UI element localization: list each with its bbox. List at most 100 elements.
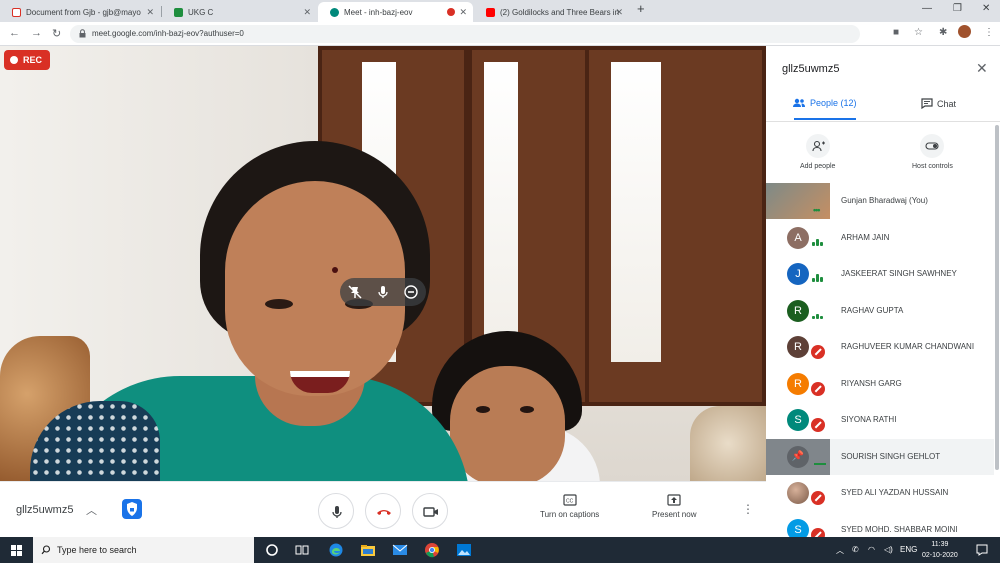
- reload-icon[interactable]: ↻: [52, 27, 61, 40]
- browser-menu-icon[interactable]: ⋮: [984, 27, 994, 38]
- recording-dot-icon: [447, 8, 455, 16]
- participant-row[interactable]: A ARHAM JAIN: [766, 220, 994, 257]
- mic-off-icon: [811, 381, 825, 396]
- gmail-icon: [12, 7, 21, 17]
- captions-label: Turn on captions: [540, 510, 600, 519]
- star-icon[interactable]: ☆: [914, 27, 923, 38]
- pin-off-icon[interactable]: [347, 284, 363, 300]
- participant-row[interactable]: R RAGHUVEER KUMAR CHANDWANI: [766, 329, 994, 366]
- participant-name: SOURISH SINGH GEHLOT: [841, 451, 941, 461]
- hang-up-icon: [377, 510, 391, 515]
- browser-tab-youtube[interactable]: (2) Goldilocks and Three Bears in ✕: [474, 2, 629, 22]
- photos-icon[interactable]: [456, 542, 472, 558]
- mic-off-icon: [811, 491, 825, 505]
- minimize-button[interactable]: —: [922, 3, 932, 14]
- svg-text:CC: CC: [566, 499, 574, 505]
- audio-level-icon: [812, 274, 824, 282]
- audio-level-icon: [812, 311, 824, 319]
- people-panel: gllz5uwmz5 ✕ People (12) Chat Add people: [766, 46, 1000, 542]
- participant-name: SYED MOHD. SHABBAR MOINI: [841, 524, 958, 534]
- participant-row[interactable]: SYED ALI YAZDAN HUSSAIN: [766, 475, 994, 512]
- add-people-button[interactable]: Add people: [800, 134, 835, 170]
- record-icon: [10, 56, 18, 64]
- present-button[interactable]: Present now: [652, 494, 696, 519]
- file-explorer-icon[interactable]: [360, 542, 376, 558]
- tab-title: Document from Gjb - gjb@mayo: [26, 7, 141, 17]
- cortana-icon[interactable]: [264, 542, 280, 558]
- browser-tab-meet[interactable]: Meet - inh-bazj-eov ✕: [318, 2, 473, 22]
- close-icon[interactable]: ✕: [459, 7, 467, 18]
- more-options-icon[interactable]: ⋮: [742, 502, 754, 516]
- avatar: [787, 482, 809, 504]
- profile-avatar[interactable]: [958, 25, 971, 38]
- url-field[interactable]: meet.google.com/inh-bazj-eov?authuser=0: [70, 25, 860, 43]
- participant-name: Gunjan Bharadwaj (You): [841, 196, 928, 205]
- tab-people[interactable]: People (12): [792, 98, 857, 108]
- classroom-icon: [174, 7, 183, 17]
- windows-start-icon[interactable]: [11, 545, 22, 556]
- microphone-icon[interactable]: [375, 284, 391, 300]
- security-shield-icon[interactable]: [122, 499, 142, 519]
- add-people-label: Add people: [800, 163, 836, 170]
- participant-name: SYED ALI YAZDAN HUSSAIN: [841, 488, 949, 497]
- microphone-button[interactable]: [318, 493, 354, 529]
- mail-icon[interactable]: [392, 542, 408, 558]
- panel-scrollbar[interactable]: [995, 125, 999, 470]
- system-clock[interactable]: 11:39 02-10-2020: [922, 539, 958, 561]
- mic-off-icon: [811, 418, 825, 432]
- clock-time: 11:39: [931, 541, 949, 548]
- host-controls-button[interactable]: Host controls: [912, 134, 953, 170]
- volume-icon[interactable]: ◁): [884, 545, 893, 554]
- notifications-icon[interactable]: [974, 542, 990, 558]
- chrome-icon[interactable]: [424, 542, 440, 558]
- meeting-details-button[interactable]: gllz5uwmz5: [16, 504, 73, 516]
- taskbar-search-input[interactable]: Type here to search: [33, 537, 254, 563]
- close-icon[interactable]: ✕: [303, 7, 311, 18]
- browser-tab-classroom[interactable]: UKG C ✕: [162, 2, 317, 22]
- task-view-icon[interactable]: [294, 542, 310, 558]
- pin-icon[interactable]: 📌: [787, 445, 809, 468]
- tray-overflow-icon[interactable]: ︿: [836, 545, 844, 556]
- participant-row[interactable]: S SIYONA RATHI: [766, 402, 994, 439]
- leave-call-button[interactable]: [365, 493, 401, 529]
- close-icon[interactable]: ✕: [615, 7, 623, 18]
- audio-level-icon: [812, 238, 824, 246]
- participant-row[interactable]: J JASKEERAT SINGH SAWHNEY: [766, 256, 994, 293]
- close-icon[interactable]: ✕: [146, 7, 154, 18]
- camera-button[interactable]: [412, 493, 448, 529]
- tile-controls: [340, 278, 426, 306]
- tab-chat[interactable]: Chat: [921, 98, 956, 109]
- new-tab-button[interactable]: +: [637, 1, 645, 16]
- window-close-button[interactable]: ✕: [982, 3, 990, 14]
- language-indicator[interactable]: ENG: [900, 545, 917, 554]
- forward-icon[interactable]: →: [31, 27, 42, 39]
- participant-teacher-eye: [265, 299, 293, 309]
- audio-level-icon: [814, 462, 826, 465]
- wifi-icon[interactable]: ◠: [868, 545, 875, 554]
- participant-row[interactable]: R RIYANSH GARG: [766, 366, 994, 403]
- chat-icon: [921, 98, 933, 109]
- remove-icon[interactable]: [403, 284, 419, 300]
- participant-row[interactable]: ••• Gunjan Bharadwaj (You): [766, 183, 994, 220]
- back-icon[interactable]: ←: [9, 27, 20, 39]
- search-placeholder: Type here to search: [57, 545, 137, 555]
- camera-status-icon[interactable]: ■: [893, 27, 899, 38]
- edge-icon[interactable]: [328, 542, 344, 558]
- main-video-tile[interactable]: REC: [0, 46, 766, 481]
- avatar: R: [787, 299, 809, 322]
- tab-title: (2) Goldilocks and Three Bears in: [500, 7, 620, 17]
- chevron-up-icon[interactable]: ︿: [86, 502, 97, 518]
- participant-row[interactable]: 📌 SOURISH SINGH GEHLOT: [766, 438, 994, 475]
- tab-title: Meet - inh-bazj-eov: [344, 7, 413, 17]
- close-panel-icon[interactable]: ✕: [976, 60, 988, 77]
- captions-button[interactable]: CC Turn on captions: [540, 494, 599, 519]
- maximize-button[interactable]: ❐: [953, 3, 962, 14]
- mic-off-icon: [811, 345, 825, 359]
- extensions-icon[interactable]: ✱: [939, 27, 947, 38]
- panel-title: gllz5uwmz5: [782, 63, 840, 75]
- browser-tab-gmail[interactable]: Document from Gjb - gjb@mayo ✕: [0, 2, 160, 22]
- meet-icon: [330, 7, 339, 17]
- people-tray-icon[interactable]: ✆: [852, 545, 859, 554]
- participant-row[interactable]: R RAGHAV GUPTA: [766, 293, 994, 330]
- avatar: J: [787, 263, 809, 285]
